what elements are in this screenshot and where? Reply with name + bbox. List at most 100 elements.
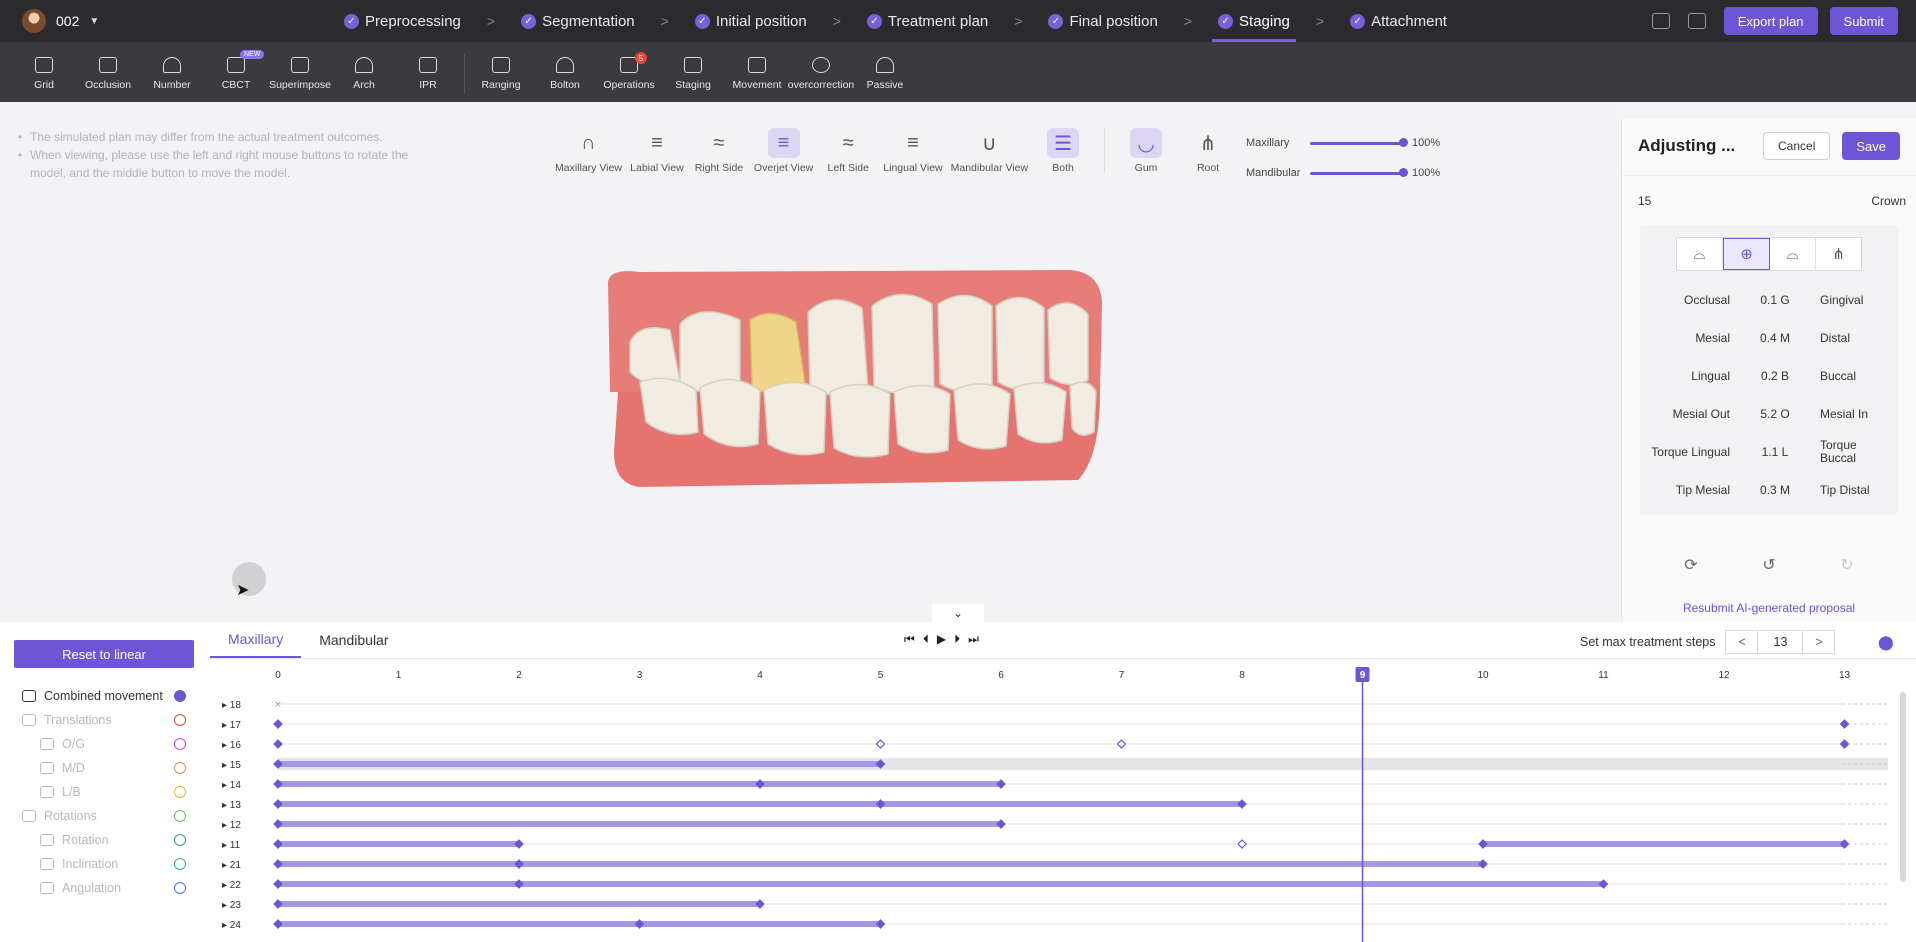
tooth-side-icon[interactable]: ⌓ xyxy=(1770,238,1816,270)
movement-type-item[interactable]: Inclination xyxy=(40,854,118,874)
dental-model[interactable] xyxy=(600,262,1120,522)
chevron-down-icon: ⌄ xyxy=(952,606,964,620)
max-steps-stepper[interactable]: < 13 > xyxy=(1725,630,1836,654)
rotate-tooth-icon[interactable]: ⊕ xyxy=(1723,238,1770,270)
view-labial[interactable]: ≡ Labial View xyxy=(630,128,684,175)
movement-type-item[interactable]: O/G xyxy=(40,734,85,754)
user-menu[interactable]: 002 ▼ xyxy=(22,9,99,33)
movement-value[interactable]: 5.2 O xyxy=(1730,407,1820,421)
movement-value[interactable]: 0.3 M xyxy=(1730,483,1820,497)
movement-value[interactable]: 0.1 G xyxy=(1730,293,1820,307)
skip-start-icon[interactable]: ⏮ xyxy=(904,632,915,647)
reset-icon[interactable]: ⟳ xyxy=(1684,555,1697,575)
reset-to-linear-button[interactable]: Reset to linear xyxy=(14,640,194,668)
step-segmentation[interactable]: ✓ Segmentation xyxy=(507,0,649,42)
movement-type-item[interactable]: Rotation xyxy=(40,830,109,850)
view-lingual[interactable]: ≡ Lingual View xyxy=(883,128,942,175)
tooth xyxy=(871,293,935,395)
tool-number[interactable]: Number xyxy=(140,46,204,102)
tool-cbct[interactable]: NEW CBCT xyxy=(204,46,268,102)
tool-movement[interactable]: Movement xyxy=(725,46,789,102)
cancel-button[interactable]: Cancel xyxy=(1763,132,1831,160)
skip-end-icon[interactable]: ⏭ xyxy=(968,632,979,647)
tool-staging[interactable]: Staging xyxy=(661,46,725,102)
view-right-side[interactable]: ≈ Right Side xyxy=(692,128,746,175)
resubmit-ai-proposal-link[interactable]: Resubmit AI-generated proposal xyxy=(1622,601,1916,615)
tool-superimpose[interactable]: Superimpose xyxy=(268,46,332,102)
tab-mandibular[interactable]: Mandibular xyxy=(301,622,406,658)
tool-ipr[interactable]: IPR xyxy=(396,46,460,102)
movement-value[interactable]: 0.4 M xyxy=(1730,331,1820,345)
maxillary-slider-label: Maxillary xyxy=(1246,137,1290,149)
movement-type-toggle[interactable] xyxy=(174,858,186,870)
image-icon[interactable] xyxy=(1687,13,1706,29)
view-both[interactable]: ☰ Both xyxy=(1036,128,1090,174)
step-initial-position[interactable]: ✓ Initial position xyxy=(681,0,821,42)
movement-value[interactable]: 0.2 B xyxy=(1730,369,1820,383)
step-staging[interactable]: ✓ Staging xyxy=(1204,0,1304,42)
tooth xyxy=(829,383,891,458)
step-forward-icon[interactable]: ⏵ xyxy=(954,632,960,647)
tool-operations[interactable]: 5 Operations xyxy=(597,46,661,102)
tool-grid[interactable]: Grid xyxy=(12,46,76,102)
movement-type-label: O/G xyxy=(62,737,85,751)
step-final-position[interactable]: ✓ Final position xyxy=(1034,0,1171,42)
inbox-icon[interactable] xyxy=(1651,13,1670,29)
undo-icon[interactable]: ↺ xyxy=(1762,555,1775,575)
tool-arch[interactable]: Arch xyxy=(332,46,396,102)
staging-grid[interactable]: 0 1 2 3 4 5 6 7 8 10 11 12 13▸ 18▸ 17▸ 16▸ 15▸ 14▸ 1… xyxy=(210,664,1890,942)
increment-icon[interactable]: > xyxy=(1802,631,1834,653)
movement-type-item[interactable]: Combined movement xyxy=(22,686,163,706)
movement-value[interactable]: 1.1 L xyxy=(1730,445,1820,459)
tool-overcorrection[interactable]: overcorrection xyxy=(788,46,854,102)
toggle-root[interactable]: ⋔ Root xyxy=(1181,128,1235,175)
view-maxillary[interactable]: ∩ Maxillary View xyxy=(555,128,622,175)
movement-type-item[interactable]: Rotations xyxy=(22,806,97,826)
decrement-icon[interactable]: < xyxy=(1726,631,1759,653)
movement-type-toggle[interactable] xyxy=(174,714,186,726)
step-back-icon[interactable]: ⏴ xyxy=(923,632,929,647)
max-steps-value[interactable]: 13 xyxy=(1758,635,1802,649)
movement-type-toggle[interactable] xyxy=(174,690,186,702)
movement-type-toggle[interactable] xyxy=(174,810,186,822)
export-plan-button[interactable]: Export plan xyxy=(1723,7,1818,35)
movement-type-item[interactable]: M/D xyxy=(40,758,85,778)
view-mandibular[interactable]: ∪ Mandibular View xyxy=(951,128,1028,175)
view-overjet[interactable]: ≡ Overjet View xyxy=(754,128,813,174)
3d-viewport[interactable]: The simulated plan may differ from the a… xyxy=(0,102,1620,622)
mandibular-opacity-slider[interactable] xyxy=(1310,168,1408,177)
maxillary-opacity-slider[interactable] xyxy=(1310,138,1408,147)
translate-tooth-icon[interactable]: ⌓ xyxy=(1677,238,1723,270)
view-left-side[interactable]: ≈ Left Side xyxy=(821,128,875,175)
pin-icon[interactable]: ⬤ xyxy=(1878,634,1894,651)
movement-type-toggle[interactable] xyxy=(174,762,186,774)
step-treatment-plan[interactable]: ✓ Treatment plan xyxy=(853,0,1002,42)
movement-type-toggle[interactable] xyxy=(174,786,186,798)
tool-passive[interactable]: Passive xyxy=(853,46,917,102)
redo-icon[interactable]: ↻ xyxy=(1840,555,1853,575)
tool-bolton[interactable]: Bolton xyxy=(533,46,597,102)
tab-maxillary[interactable]: Maxillary xyxy=(210,622,302,658)
movement-type-toggle[interactable] xyxy=(174,834,186,846)
movement-type-item[interactable]: L/B xyxy=(40,782,81,802)
submit-button[interactable]: Submit xyxy=(1829,7,1898,35)
movement-values: ⌓ ⊕ ⌓ ⋔ Occlusal 0.1 G Gingival Mesial 0.4 … xyxy=(1640,225,1898,515)
check-icon: ✓ xyxy=(521,13,537,29)
play-icon[interactable]: ▶ xyxy=(937,632,946,647)
movement-type-toggle[interactable] xyxy=(174,738,186,750)
save-button[interactable]: Save xyxy=(1842,132,1900,160)
tooth xyxy=(1069,381,1097,436)
movement-type-toggle[interactable] xyxy=(174,882,186,894)
toggle-gum[interactable]: ◡ Gum xyxy=(1119,128,1173,174)
step-attachment[interactable]: ✓ Attachment xyxy=(1336,0,1461,42)
tooth-row-label: ▸ 17 xyxy=(222,720,241,731)
timeline-scrollbar[interactable] xyxy=(1900,692,1906,882)
movement-type-item[interactable]: Translations xyxy=(22,710,112,730)
tool-ranging[interactable]: Ranging xyxy=(469,46,533,102)
keyframe-diamond xyxy=(273,739,283,749)
collapse-timeline-button[interactable]: ⌄ xyxy=(932,604,984,622)
step-preprocessing[interactable]: ✓ Preprocessing xyxy=(330,0,475,42)
tooth-root-icon[interactable]: ⋔ xyxy=(1816,238,1861,270)
movement-type-item[interactable]: Angulation xyxy=(40,878,121,898)
tool-occlusion[interactable]: Occlusion xyxy=(76,46,140,102)
